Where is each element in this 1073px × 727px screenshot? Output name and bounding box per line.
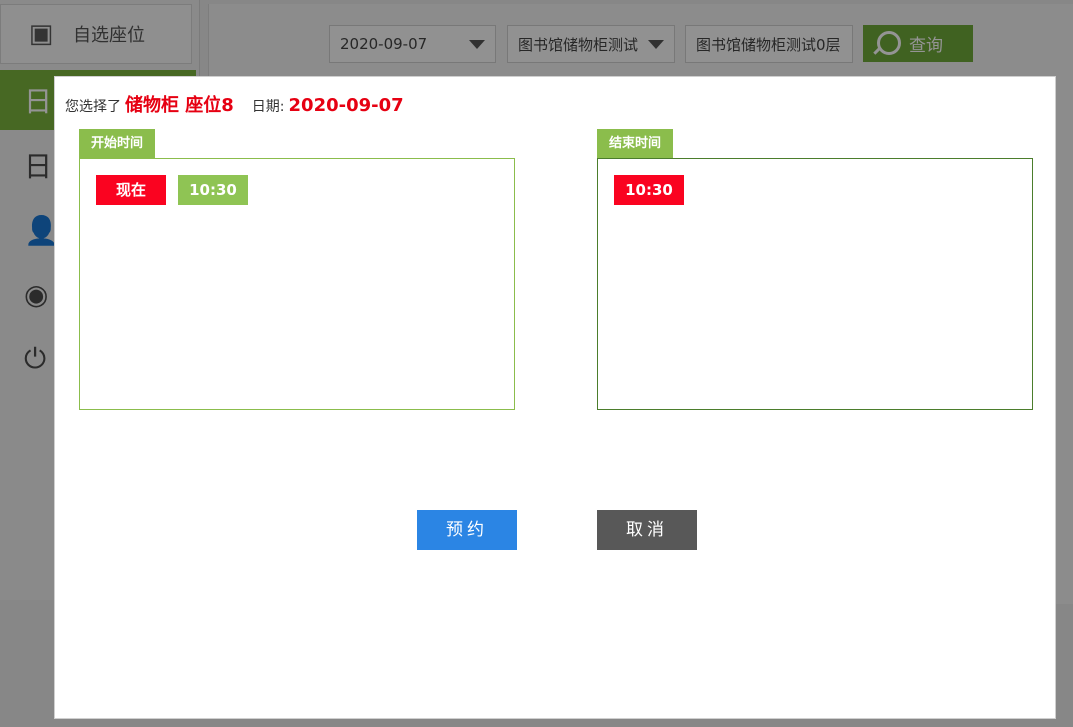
date-prefix: 日期: bbox=[251, 99, 285, 115]
selected-date: 2020-09-07 bbox=[288, 95, 404, 116]
end-time-tab: 结束时间 bbox=[597, 129, 674, 158]
end-time-panel: 10:30 bbox=[597, 158, 1033, 410]
cancel-button[interactable]: 取消 bbox=[597, 510, 697, 550]
selection-prefix: 您选择了 bbox=[65, 99, 121, 115]
start-time-tab: 开始时间 bbox=[79, 129, 156, 158]
selected-seat: 储物柜 座位8 bbox=[125, 95, 234, 116]
reserve-button[interactable]: 预约 bbox=[417, 510, 517, 550]
start-time-option-1030[interactable]: 10:30 bbox=[178, 175, 248, 205]
start-time-panel: 现在 10:30 bbox=[79, 158, 515, 410]
end-time-option-1030[interactable]: 10:30 bbox=[614, 175, 684, 205]
start-time-option-now[interactable]: 现在 bbox=[96, 175, 166, 205]
reservation-dialog: 您选择了 储物柜 座位8 日期: 2020-09-07 开始时间 现在 10:3… bbox=[55, 77, 1055, 718]
selection-summary: 您选择了 储物柜 座位8 日期: 2020-09-07 bbox=[65, 91, 404, 117]
